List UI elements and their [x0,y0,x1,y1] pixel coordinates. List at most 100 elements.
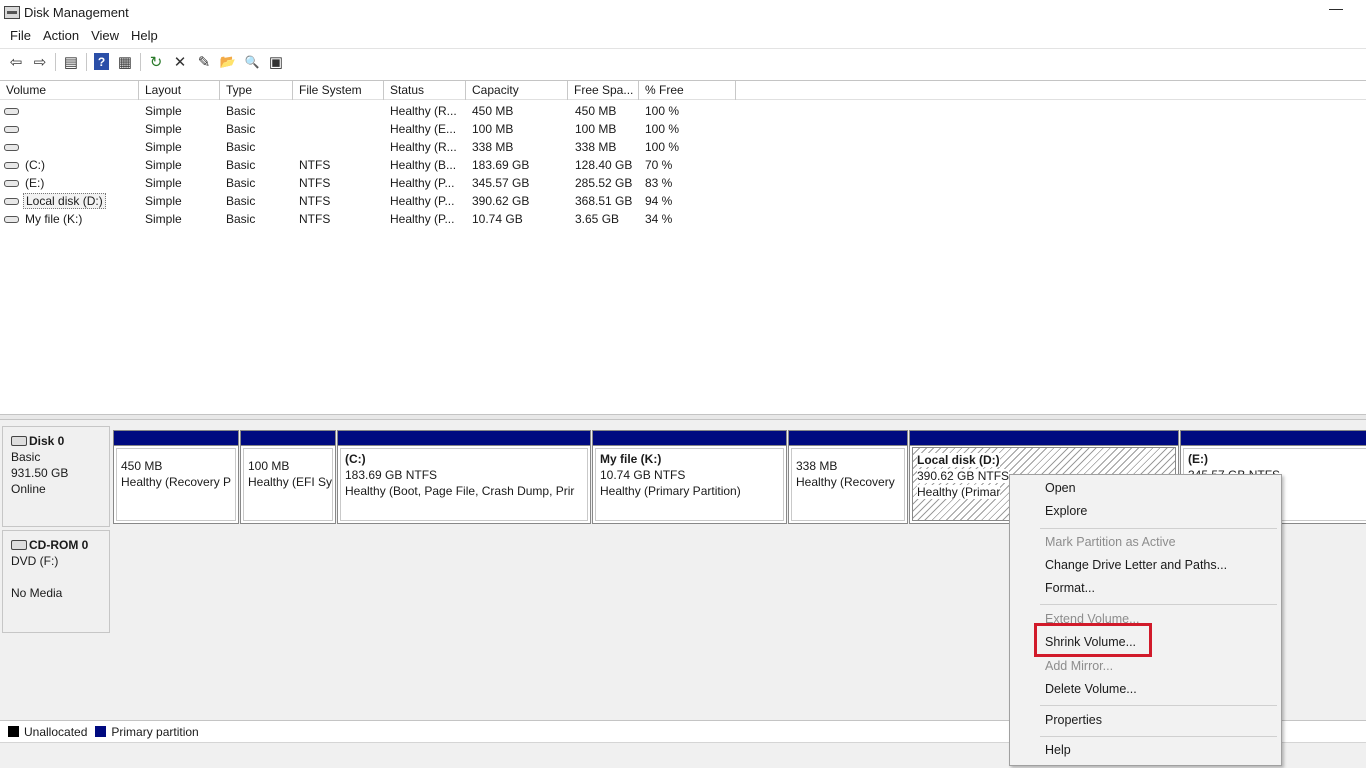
table-row[interactable]: Simple Basic Healthy (R... 338 MB 338 MB 100 … [0,138,740,156]
help-icon[interactable]: ? [94,53,109,70]
export-icon[interactable]: ▣ [264,51,288,73]
table-row[interactable]: (E:) Simple Basic NTFS Healthy (P... 345.57 G… [0,174,740,192]
volume-name: Local disk (D:) [23,193,106,209]
table-row[interactable]: My file (K:) Simple Basic NTFS Healthy (P...… [0,210,740,228]
cell-free-space: 368.51 GB [575,194,633,208]
partition-recovery-1[interactable]: 450 MB Healthy (Recovery P [113,430,239,524]
cell-capacity: 100 MB [472,122,514,136]
cdrom-icon [11,540,27,550]
cdrom-0-label[interactable]: CD-ROM 0 DVD (F:) No Media [2,530,110,633]
cell-layout: Simple [145,194,182,208]
cell-volume: Local disk (D:) [4,192,106,210]
cell-percent-free: 83 % [645,176,673,190]
partition-recovery-2[interactable]: 338 MB Healthy (Recovery [788,430,908,524]
partition-stripe [593,431,786,446]
cell-status: Healthy (P... [390,176,455,190]
cell-file-system: NTFS [299,212,331,226]
cell-volume: (E:) [4,174,46,192]
cell-type: Basic [226,104,256,118]
partition-stripe [1181,431,1366,446]
partition-status: Healthy (Recovery [796,475,895,489]
volume-name: My file (K:) [25,212,83,226]
partition-name: My file (K:) [600,452,662,466]
cell-free-space: 128.40 GB [575,158,633,172]
open-folder-icon[interactable]: 📂 [216,51,240,73]
menu-item-help[interactable]: Help [1045,743,1071,757]
disk-name: Disk 0 [29,434,65,448]
disk-state: Online [11,482,46,496]
menu-item-explore[interactable]: Explore [1045,504,1087,518]
menu-action[interactable]: Action [37,28,85,43]
cell-status: Healthy (P... [390,212,455,226]
partition-status: Healthy (Primary Partition) [600,484,741,498]
cell-free-space: 450 MB [575,104,617,118]
column-header-status[interactable]: Status [384,81,466,100]
cell-file-system: NTFS [299,176,331,190]
volume-name [23,122,27,136]
partition-size: 100 MB [248,459,290,473]
cell-layout: Simple [145,104,182,118]
menu-view[interactable]: View [85,28,125,43]
title-bar: Disk Management — [0,0,1366,24]
menu-separator [1040,604,1277,605]
back-arrow-icon[interactable]: ⇦ [4,51,28,73]
partition-name: (C:) [345,452,366,466]
console-tree-icon[interactable]: ▤ [59,51,83,73]
shrink-volume-highlight [1034,623,1152,657]
partition-stripe [338,431,590,446]
disk-icon [11,436,27,446]
menu-item-properties[interactable]: Properties [1045,713,1102,727]
column-header-type[interactable]: Type [220,81,293,100]
cdrom-type: DVD (F:) [11,554,59,568]
column-headers: Volume Layout Type File System Status Ca… [0,81,1366,100]
minimize-button[interactable]: — [1328,1,1344,20]
table-row[interactable]: Simple Basic Healthy (E... 100 MB 100 MB 100 … [0,120,740,138]
column-header-free-space[interactable]: Free Spa... [568,81,639,100]
search-icon[interactable]: 🔍 [240,51,264,73]
partition-efi[interactable]: 100 MB Healthy (EFI Sy [240,430,336,524]
partition-c[interactable]: (C:) 183.69 GB NTFS Healthy (Boot, Page … [337,430,591,524]
cell-status: Healthy (R... [390,104,457,118]
menu-item-change-drive-letter[interactable]: Change Drive Letter and Paths... [1045,558,1227,572]
volume-name [23,140,27,154]
column-header-volume[interactable]: Volume [0,81,139,100]
properties-icon[interactable]: ✎ [192,51,216,73]
disk-management-icon [4,5,20,19]
partition-status: Healthy (EFI Sy [248,475,333,489]
cell-capacity: 450 MB [472,104,514,118]
disk-size: 931.50 GB [11,466,69,480]
menu-help[interactable]: Help [125,28,164,43]
volume-name [23,104,27,118]
cell-free-space: 3.65 GB [575,212,620,226]
menu-item-open[interactable]: Open [1045,481,1076,495]
menu-item-delete-volume[interactable]: Delete Volume... [1045,682,1137,696]
partition-stripe [910,431,1178,446]
column-header-percent-free[interactable]: % Free [639,81,736,100]
cell-free-space: 285.52 GB [575,176,633,190]
table-row[interactable]: Local disk (D:) Simple Basic NTFS Healthy (P… [0,192,740,210]
menu-item-mark-active[interactable]: Mark Partition as Active [1045,535,1176,549]
cell-layout: Simple [145,122,182,136]
legend-label: Unallocated [24,724,88,739]
table-row[interactable]: (C:) Simple Basic NTFS Healthy (B... 183.69 G… [0,156,740,174]
cell-free-space: 338 MB [575,140,617,154]
partition-k[interactable]: My file (K:) 10.74 GB NTFS Healthy (Prim… [592,430,787,524]
menu-file[interactable]: File [4,28,37,43]
cell-layout: Simple [145,140,182,154]
menu-item-format[interactable]: Format... [1045,581,1095,595]
column-header-file-system[interactable]: File System [293,81,384,100]
cell-volume: (C:) [4,156,47,174]
forward-arrow-icon[interactable]: ⇨ [28,51,52,73]
action-pane-icon[interactable]: ▦ [113,51,137,73]
menu-separator [1040,528,1277,529]
toolbar-separator [86,52,87,71]
menu-item-add-mirror[interactable]: Add Mirror... [1045,659,1113,673]
column-header-layout[interactable]: Layout [139,81,220,100]
cell-file-system: NTFS [299,194,331,208]
disk-0-label[interactable]: Disk 0 Basic 931.50 GB Online [2,426,110,527]
refresh-icon[interactable]: ↻ [144,51,168,73]
cell-capacity: 338 MB [472,140,514,154]
delete-icon[interactable]: ✕ [168,51,192,73]
column-header-capacity[interactable]: Capacity [466,81,568,100]
table-row[interactable]: Simple Basic Healthy (R... 450 MB 450 MB 100 … [0,102,740,120]
